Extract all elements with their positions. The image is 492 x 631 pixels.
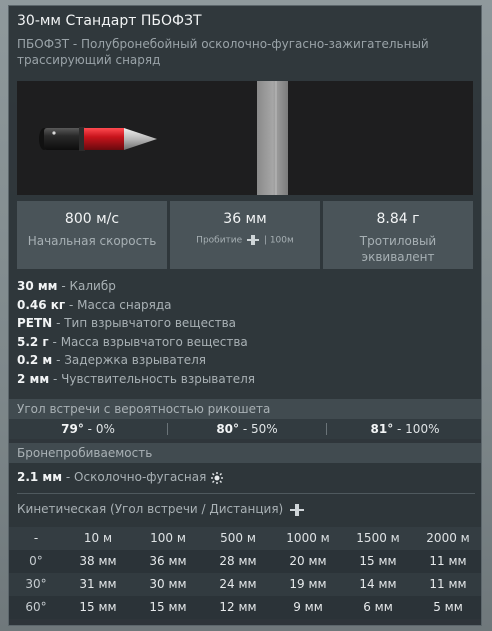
table-cell: 24 мм (219, 577, 257, 591)
stats-row: 800 м/с Начальная скорость 36 мм Пробити… (17, 201, 473, 269)
angle-cell: 0° (29, 554, 43, 568)
kinetic-header: Кинетическая (Угол встречи / Дистанция) (17, 500, 305, 518)
table-cell: 11 мм (429, 554, 467, 568)
property-explosive-type: PETN - Тип взрывчатого вещества (17, 316, 237, 330)
ammo-subtitle: ПБОФЗТ - Полубронебойный осколочно-фугас… (17, 37, 429, 67)
table-cell: 38 мм (79, 554, 117, 568)
penetration-table-header: - 10 м 100 м 500 м 1000 м 1500 м 2000 м (9, 527, 481, 550)
muzzle-velocity-card: 800 м/с Начальная скорость (17, 201, 167, 269)
table-row: 0° 38 мм 36 мм 28 мм 20 мм 15 мм 11 мм (9, 550, 481, 573)
kinetic-header-label: Кинетическая (Угол встречи / Дистанция) (17, 502, 284, 516)
property-shell-mass: 0.46 кг - Масса снаряда (17, 297, 172, 312)
tnt-equivalent-value: 8.84 г (376, 211, 420, 227)
he-penetration-label: - Осколочно-фугасная (65, 470, 207, 484)
column-header: 10 м (83, 531, 113, 545)
table-cell: 5 мм (433, 600, 463, 614)
he-penetration-value: 2.1 мм (17, 470, 63, 484)
table-cell: 12 мм (219, 600, 257, 614)
property-caliber: 30 мм - Калибр (17, 279, 116, 293)
table-cell: 11 мм (429, 577, 467, 591)
explosion-icon (211, 471, 224, 484)
ammo-title: 30-мм Стандарт ПБОФЗТ (17, 13, 202, 29)
column-header: 1500 м (356, 531, 400, 545)
table-cell: 28 мм (219, 554, 257, 568)
angle-cell: 60° (25, 600, 47, 614)
column-header: 1000 м (286, 531, 330, 545)
penetration-label-prefix: Пробитие (196, 235, 243, 246)
armor-plate (257, 81, 288, 195)
ricochet-item: 81° - 100% (370, 422, 440, 436)
property-explosive-mass: 5.2 г - Масса взрывчатого вещества (17, 334, 248, 349)
column-header: 2000 м (426, 531, 470, 545)
table-cell: 15 мм (79, 600, 117, 614)
penetration-icon (290, 503, 305, 516)
shell-preview-image (17, 81, 473, 195)
shell-icon (39, 127, 157, 151)
armor-penetration-header: Бронепробиваемость (9, 443, 481, 463)
ricochet-item: 80° - 50% (216, 422, 278, 436)
ricochet-row: 79° - 0% 80° - 50% 81° - 100% (9, 419, 481, 439)
penetration-icon (247, 235, 260, 245)
table-row: 30° 31 мм 30 мм 24 мм 19 мм 14 мм 11 мм (9, 573, 481, 596)
angle-cell: 30° (25, 577, 47, 591)
muzzle-velocity-value: 800 м/с (64, 211, 120, 227)
divider (17, 493, 475, 494)
penetration-label: Пробитие | 100м (170, 235, 320, 246)
column-header: - (33, 531, 39, 545)
property-fuse-sensitivity: 2 мм - Чувствительность взрывателя (17, 371, 255, 386)
penetration-card: 36 мм Пробитие | 100м (170, 201, 320, 269)
he-penetration-line: 2.1 мм - Осколочно-фугасная (17, 468, 224, 486)
ricochet-header: Угол встречи с вероятностью рикошета (9, 399, 481, 419)
ammo-properties-list: 30 мм - Калибр 0.46 кг - Масса снаряда P… (17, 277, 473, 388)
penetration-value: 36 мм (223, 211, 267, 227)
column-header: 100 м (150, 531, 186, 545)
muzzle-velocity-label: Начальная скорость (27, 234, 157, 248)
table-row: 60° 15 мм 15 мм 12 мм 9 мм 6 мм 5 мм (9, 596, 481, 619)
penetration-table: - 10 м 100 м 500 м 1000 м 1500 м 2000 м … (9, 527, 481, 619)
table-cell: 36 мм (149, 554, 187, 568)
table-cell: 15 мм (359, 554, 397, 568)
penetration-label-suffix: | 100м (263, 235, 294, 246)
ricochet-item: 79° - 0% (61, 422, 115, 436)
table-cell: 15 мм (149, 600, 187, 614)
property-fuse-delay: 0.2 м - Задержка взрывателя (17, 353, 207, 367)
table-cell: 19 мм (289, 577, 327, 591)
column-header: 500 м (220, 531, 256, 545)
tnt-equivalent-label: Тротиловый эквивалент (359, 234, 437, 264)
tnt-equivalent-card: 8.84 г Тротиловый эквивалент (323, 201, 473, 269)
table-cell: 9 мм (293, 600, 323, 614)
table-cell: 20 мм (289, 554, 327, 568)
table-cell: 6 мм (363, 600, 393, 614)
table-cell: 14 мм (359, 577, 397, 591)
table-cell: 31 мм (79, 577, 117, 591)
table-cell: 30 мм (149, 577, 187, 591)
ammo-tooltip: 30-мм Стандарт ПБОФЗТ ПБОФЗТ - Полуброне… (8, 5, 482, 626)
